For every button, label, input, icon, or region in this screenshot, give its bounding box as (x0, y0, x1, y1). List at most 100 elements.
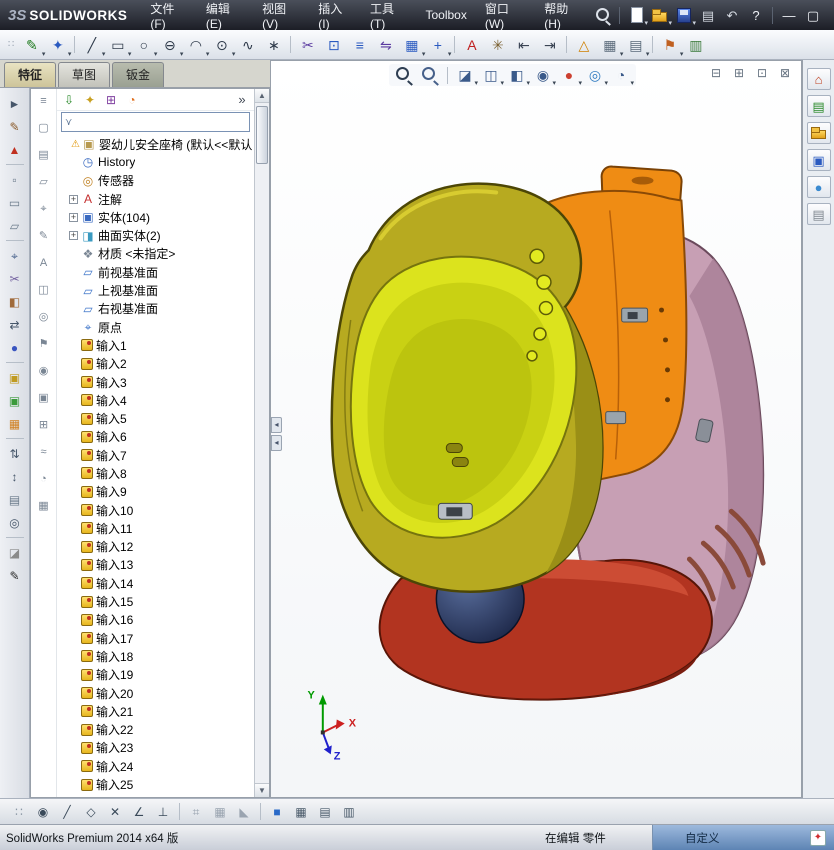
shaded-sketch-icon[interactable]: ■ (266, 802, 288, 822)
new-file-icon-arrow[interactable]: ▾ (644, 20, 648, 27)
tree-import-item[interactable]: 输入9 (57, 483, 254, 501)
eye-visibility-icon[interactable]: ◉ (35, 363, 53, 379)
model-3d-view[interactable]: Y X Z (271, 61, 801, 796)
section-view-icon[interactable]: ◪ ▾ (453, 64, 478, 87)
angle-snap-icon[interactable]: ◣ (233, 802, 255, 822)
propertymanager-tab-icon[interactable]: ✦ (81, 91, 99, 109)
dimension-left-icon[interactable]: ⇤ (511, 33, 536, 57)
tree-import-item[interactable]: 输入18 (57, 647, 254, 665)
displaymanager-tab-icon[interactable]: ◔ (123, 91, 141, 109)
tree-import-item[interactable]: 输入10 (57, 501, 254, 519)
arc-icon[interactable]: ◠ ▾ (183, 33, 210, 58)
tree-item[interactable]: ❖ 材质 <未指定> (57, 245, 254, 263)
tree-item[interactable]: ▱ 前视基准面 (57, 263, 254, 281)
eraser-icon[interactable]: ◪ (4, 542, 26, 563)
tree-import-item[interactable]: 输入4 (57, 391, 254, 409)
transparent-display-icon[interactable]: ▢ (35, 120, 53, 136)
tree-import-item[interactable]: 输入22 (57, 721, 254, 739)
tab-features[interactable]: 特征 (4, 62, 57, 87)
spline-icon[interactable]: ∿ (235, 33, 260, 57)
expand-toggle-icon[interactable]: + (69, 212, 78, 222)
zoom-area-icon[interactable] (418, 64, 442, 86)
snap-intersect-icon[interactable]: ✕ (104, 802, 126, 822)
text-icon[interactable]: A (459, 33, 484, 57)
table-icon[interactable]: ▤ (314, 802, 336, 822)
sketches-visibility-icon[interactable]: ✎ (35, 228, 53, 244)
quick-snaps-icon[interactable]: ⌗ (185, 802, 207, 822)
annotate-icon[interactable]: ✎ (4, 116, 26, 137)
grid-visibility-icon[interactable]: ▦ (35, 498, 53, 514)
filter-vertex-icon[interactable]: ▫ (4, 169, 26, 190)
annotations-visibility-icon[interactable]: A (35, 255, 53, 271)
planes-visibility-icon[interactable]: ▱ (35, 174, 53, 190)
tree-import-item[interactable]: 输入8 (57, 464, 254, 482)
tree-import-item[interactable]: 输入11 (57, 519, 254, 537)
minimize-icon[interactable]: — (778, 5, 800, 26)
mirror-entities-icon[interactable]: ⇋ (373, 33, 398, 57)
sketch-alert-icon[interactable]: △ (571, 33, 596, 57)
measure-icon[interactable]: ⌖ (4, 245, 26, 266)
menu-item[interactable]: 工具(T) (361, 0, 417, 31)
apply-scene-icon-arrow[interactable]: ▾ (604, 80, 608, 87)
smart-dimension-icon-arrow[interactable]: ▾ (68, 51, 72, 58)
hide-show-items-icon[interactable]: ◉ ▾ (531, 64, 556, 87)
slot-icon[interactable]: ⊖ ▾ (157, 33, 183, 58)
tree-item[interactable]: ◎ 传感器 (57, 172, 254, 190)
tree-item[interactable]: + ▣ 实体(104) (57, 208, 254, 226)
tree-import-item[interactable]: 输入12 (57, 538, 254, 556)
menu-item[interactable]: Toolbox (416, 0, 475, 30)
tree-import-item[interactable]: 输入15 (57, 592, 254, 610)
graphics-viewport[interactable]: ◪▾◫▾◧▾◉▾●▾◎▾◔▾ ⊟ ⊞ ⊡ ⊠ ◂ ◂ (270, 60, 802, 798)
chart-icon[interactable]: ▥ (683, 33, 708, 57)
search-icon[interactable] (592, 5, 614, 26)
filter-edge-icon[interactable]: ▭ (4, 192, 26, 213)
resources-home-icon[interactable]: ⌂ (806, 68, 831, 90)
origins-visibility-icon[interactable]: ⌖ (35, 201, 53, 217)
collapse-panel-icon[interactable]: ◂ (271, 435, 282, 451)
dimension-right-icon[interactable]: ⇥ (537, 33, 562, 57)
design-library-icon[interactable]: ▤ (806, 95, 831, 117)
tree-scrollbar[interactable]: ▲ ▼ (254, 89, 269, 797)
view-settings-icon-arrow[interactable]: ▾ (630, 80, 634, 87)
hide-show-items-icon-arrow[interactable]: ▾ (552, 80, 556, 87)
expand-tree-icon[interactable]: ⊞ (35, 417, 53, 433)
display-pane-icon[interactable]: ▤ (35, 147, 53, 163)
appearance-tool-icon[interactable]: ◧ (4, 291, 26, 312)
timeline-icon[interactable]: ◔ (35, 471, 53, 487)
pane-close-icon[interactable]: ⊠ (777, 65, 793, 81)
expand-toggle-icon[interactable]: + (69, 194, 78, 204)
instant3d-icon[interactable]: ▤ ▾ (623, 33, 649, 58)
tree-item[interactable]: ▱ 右视基准面 (57, 300, 254, 318)
point-icon[interactable]: ∗ (261, 33, 286, 57)
tree-item[interactable]: ⌖ 原点 (57, 318, 254, 336)
solid-display-icon[interactable]: ▣ (35, 390, 53, 406)
menu-flyout-icon[interactable]: ≡ (35, 93, 53, 109)
tree-import-item[interactable]: 输入5 (57, 409, 254, 427)
tree-import-item[interactable]: 输入24 (57, 757, 254, 775)
file-explorer-icon[interactable] (806, 122, 831, 144)
save-icon-arrow[interactable]: ▾ (692, 20, 696, 27)
tree-import-item[interactable]: 输入21 (57, 702, 254, 720)
render-sphere-icon[interactable]: ● (4, 337, 26, 358)
custom-properties-icon[interactable]: ▤ (806, 203, 831, 225)
open-file-icon[interactable]: ▾ (649, 5, 672, 27)
menu-item[interactable]: 插入(I) (309, 0, 361, 31)
restore-icon[interactable]: ▢ (802, 5, 824, 26)
undo-icon[interactable]: ↶ (721, 5, 743, 26)
construction-geometry-icon[interactable]: ✳ (485, 33, 510, 57)
tree-import-item[interactable]: 输入14 (57, 574, 254, 592)
customize-label[interactable]: 自定义 (685, 830, 720, 846)
grid-system-icon[interactable]: ▦ ▾ (597, 33, 623, 58)
tree-import-item[interactable]: 输入13 (57, 556, 254, 574)
tab-sheet-metal[interactable]: 钣金 (112, 62, 165, 87)
view-settings-icon[interactable]: ◔ ▾ (609, 64, 634, 87)
section-tool-icon[interactable]: ✂ (4, 268, 26, 289)
snap-tangent-icon[interactable]: ∠ (128, 802, 150, 822)
menu-item[interactable]: 文件(F) (141, 0, 197, 31)
save-icon[interactable]: ▾ (673, 5, 696, 27)
tree-import-item[interactable]: 输入2 (57, 355, 254, 373)
move-entities-icon[interactable]: + ▾ (425, 33, 452, 58)
new-file-icon[interactable]: ▾ (625, 5, 648, 27)
featuremanager-tab-icon[interactable]: ⇩ (60, 91, 78, 109)
status-chip-icon[interactable]: ✦ (810, 829, 826, 846)
